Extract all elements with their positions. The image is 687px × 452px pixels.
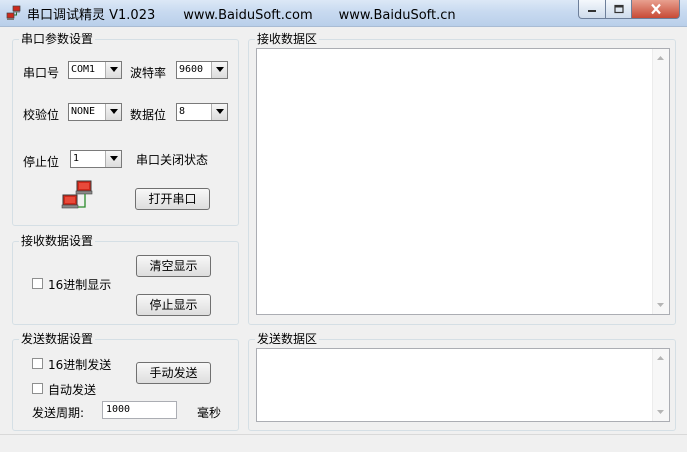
chevron-down-icon: [216, 109, 224, 114]
chevron-down-icon: [110, 156, 118, 161]
send-vertical-scrollbar[interactable]: [652, 349, 669, 421]
parity-select[interactable]: NONE: [68, 103, 122, 121]
receive-settings-title: 接收数据设置: [19, 234, 96, 248]
baud-value: 9600: [179, 64, 204, 75]
scroll-up-icon[interactable]: [657, 356, 664, 360]
port-select[interactable]: COM1: [68, 61, 122, 79]
receive-area-title: 接收数据区: [255, 32, 320, 46]
maximize-button[interactable]: [606, 0, 632, 19]
scroll-down-icon[interactable]: [657, 410, 664, 414]
title-bar[interactable]: 串口调试精灵 V1.023 www.BaiduSoft.com www.BaiduS…: [0, 0, 687, 27]
send-area-title: 发送数据区: [255, 332, 320, 346]
maximize-icon: [613, 4, 624, 14]
databits-select[interactable]: 8: [176, 103, 228, 121]
stopbits-dropdown-button[interactable]: [105, 151, 121, 167]
receive-data-textarea[interactable]: [256, 48, 670, 315]
scroll-down-icon[interactable]: [657, 303, 664, 307]
port-status-text: 串口关闭状态: [136, 153, 209, 167]
manual-send-button[interactable]: 手动发送: [136, 362, 211, 384]
app-window: 串口调试精灵 V1.023 www.BaiduSoft.com www.BaiduS…: [0, 0, 687, 452]
databits-label: 数据位: [130, 108, 167, 122]
open-port-button[interactable]: 打开串口: [135, 188, 210, 210]
minimize-button[interactable]: [578, 0, 606, 19]
minimize-icon: [588, 10, 596, 12]
serial-settings-title: 串口参数设置: [19, 32, 96, 46]
port-dropdown-button[interactable]: [105, 62, 121, 78]
parity-dropdown-button[interactable]: [105, 104, 121, 120]
databits-value: 8: [179, 106, 186, 117]
scroll-up-icon[interactable]: [657, 56, 664, 60]
close-icon: [650, 3, 661, 15]
send-period-input[interactable]: 1000: [102, 401, 177, 419]
port-value: COM1: [71, 64, 96, 75]
auto-send-label: 自动发送: [48, 383, 97, 397]
chevron-down-icon: [110, 109, 118, 114]
hex-display-label: 16进制显示: [48, 278, 112, 292]
website-cn: www.BaiduSoft.cn: [338, 8, 456, 23]
baud-select[interactable]: 9600: [176, 61, 228, 79]
close-button[interactable]: [632, 0, 680, 19]
baud-label: 波特率: [130, 66, 167, 80]
baud-dropdown-button[interactable]: [211, 62, 227, 78]
stop-display-button[interactable]: 停止显示: [136, 294, 211, 316]
send-settings-title: 发送数据设置: [19, 332, 96, 346]
app-title: 串口调试精灵 V1.023: [27, 8, 156, 23]
serial-connection-icon: [61, 180, 93, 209]
stopbits-label: 停止位: [23, 155, 60, 169]
website-com: www.BaiduSoft.com: [183, 8, 313, 23]
port-label: 串口号: [23, 66, 60, 80]
chevron-down-icon: [110, 67, 118, 72]
stopbits-select[interactable]: 1: [70, 150, 122, 168]
period-unit-label: 毫秒: [197, 406, 222, 420]
auto-send-checkbox[interactable]: [32, 383, 43, 394]
clear-display-button[interactable]: 清空显示: [136, 255, 211, 277]
parity-value: NONE: [71, 106, 96, 117]
stopbits-value: 1: [73, 153, 80, 164]
hex-send-checkbox[interactable]: [32, 358, 43, 369]
hex-send-label: 16进制发送: [48, 358, 112, 372]
send-period-label: 发送周期:: [32, 406, 85, 420]
window-title: 串口调试精灵 V1.023 www.BaiduSoft.com www.BaiduS…: [27, 4, 456, 23]
hex-display-checkbox[interactable]: [32, 278, 43, 289]
send-data-textarea[interactable]: [256, 348, 670, 422]
chevron-down-icon: [216, 67, 224, 72]
parity-label: 校验位: [23, 108, 60, 122]
databits-dropdown-button[interactable]: [211, 104, 227, 120]
serial-app-icon: [6, 5, 21, 20]
window-bottom-edge: [0, 434, 687, 435]
receive-vertical-scrollbar[interactable]: [652, 49, 669, 314]
